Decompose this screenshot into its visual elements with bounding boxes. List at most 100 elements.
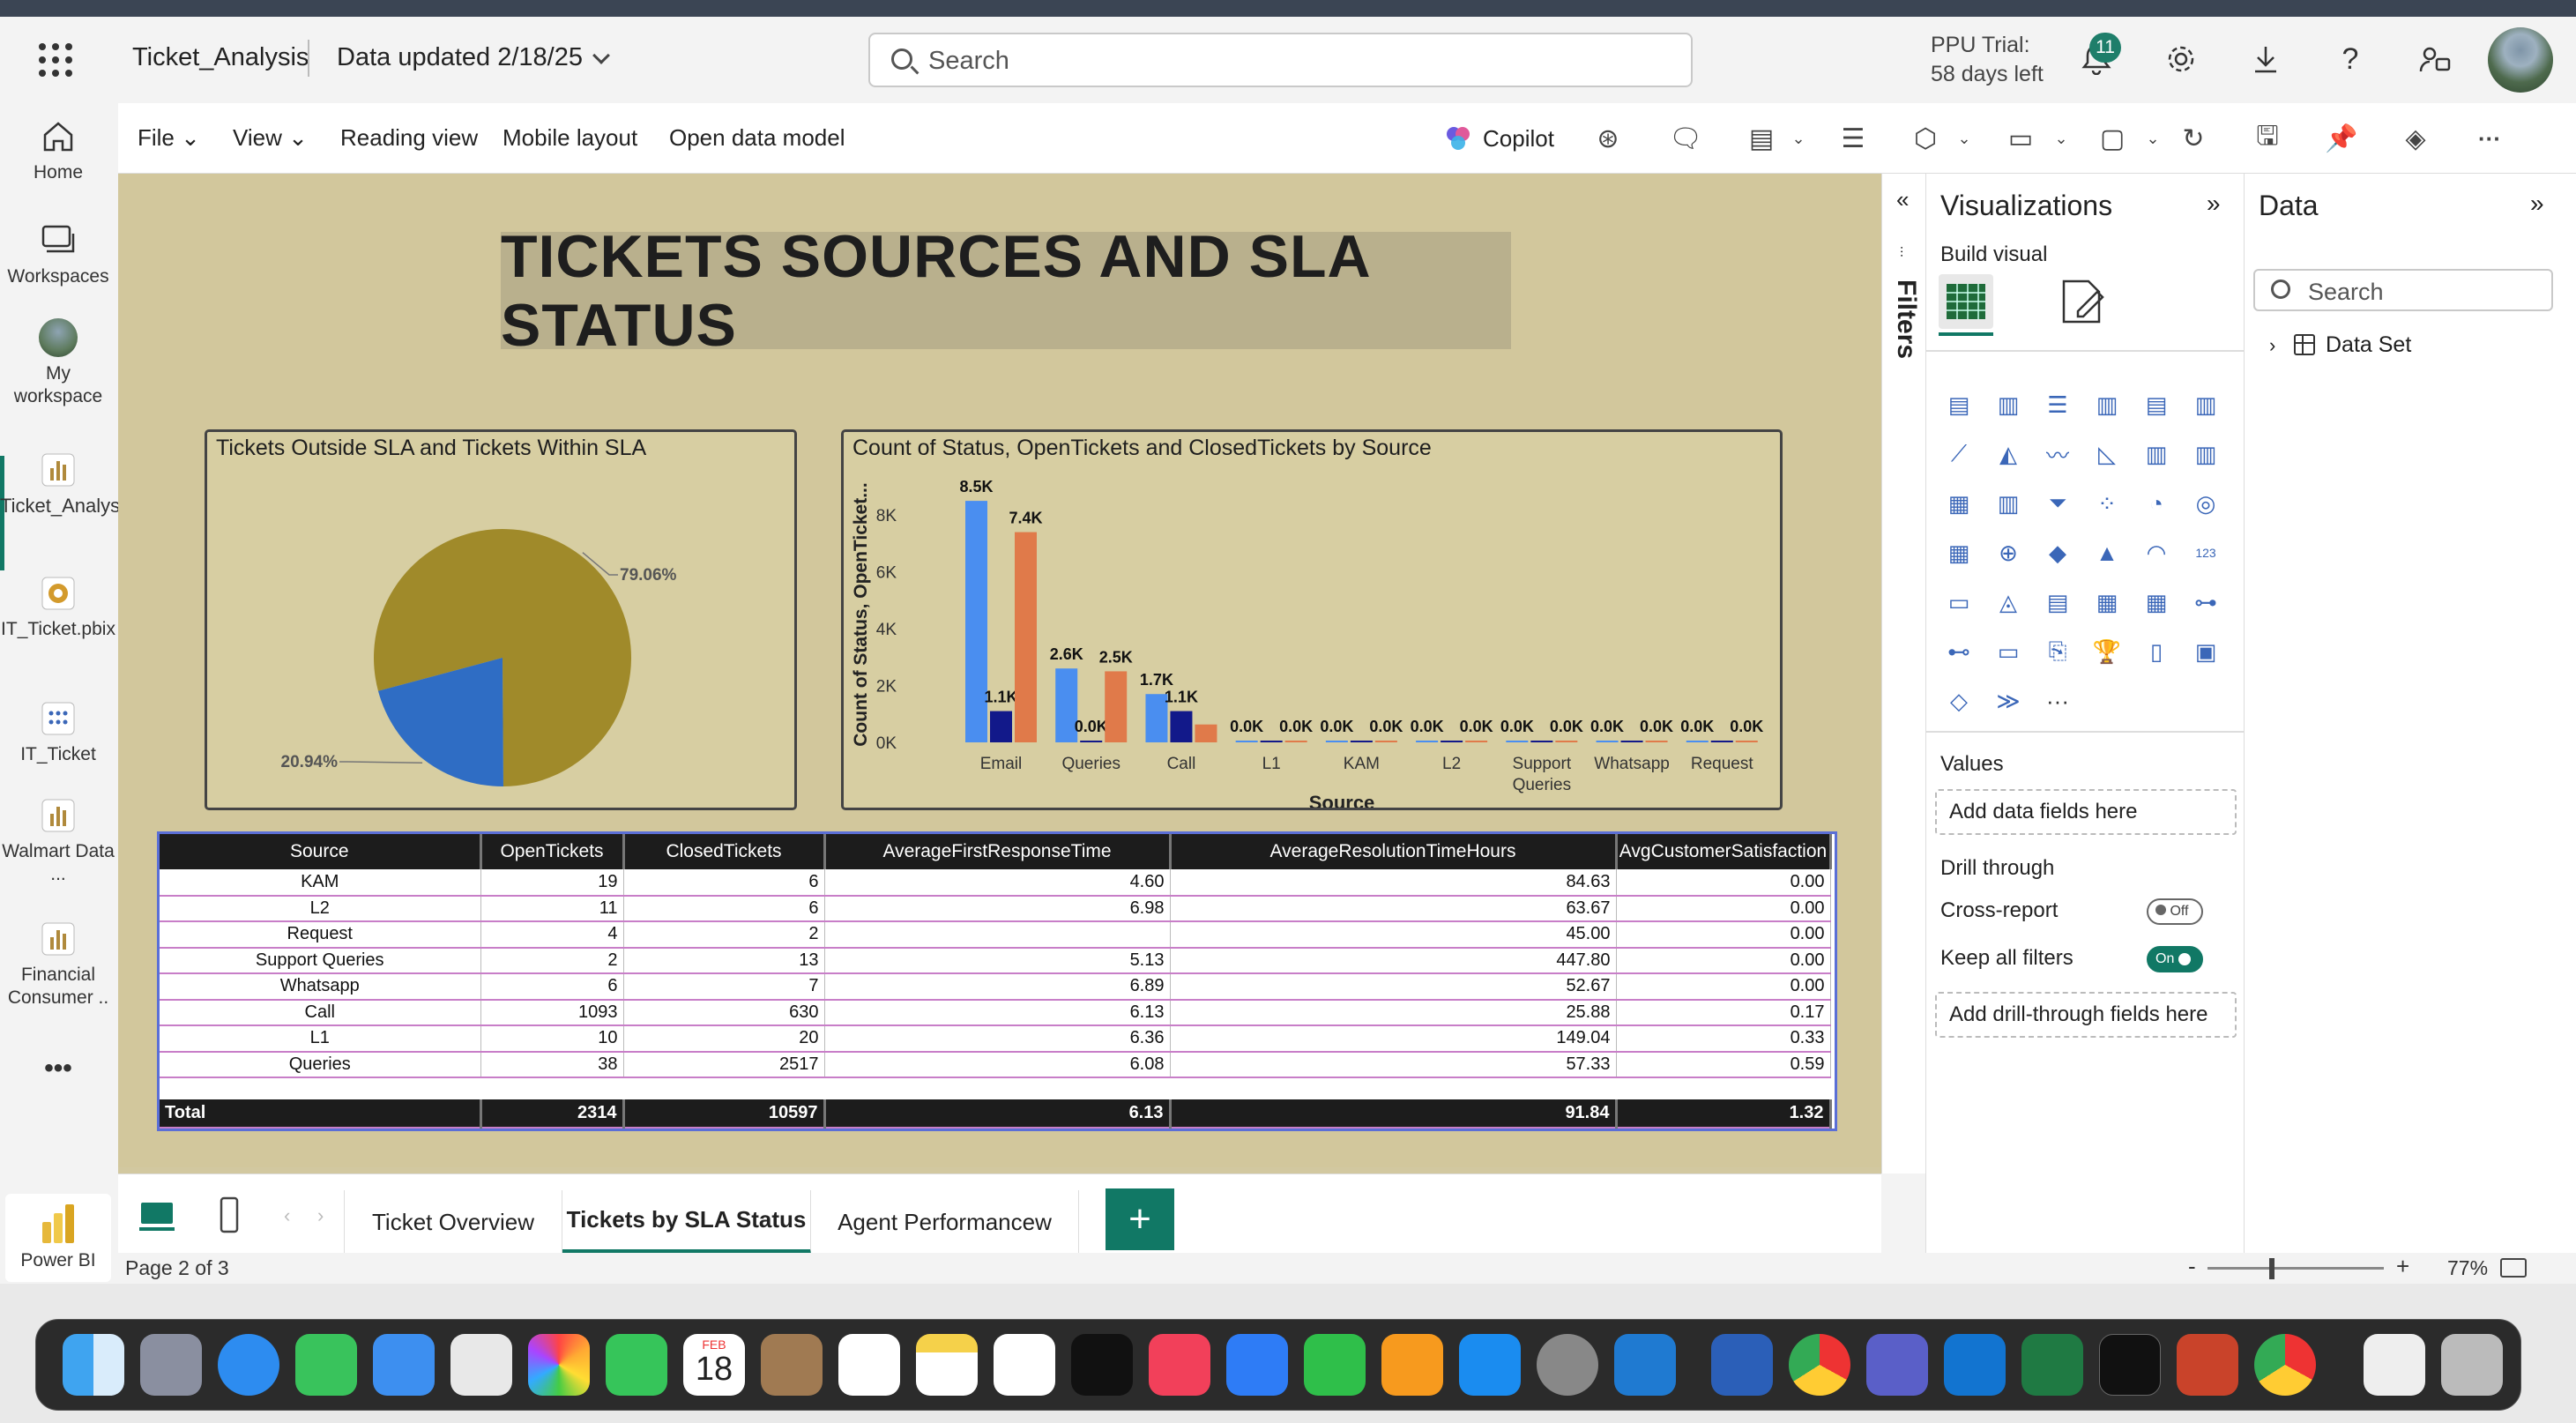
more-options-icon[interactable]: ···	[2474, 123, 2505, 154]
powerpoint-icon[interactable]	[2177, 1334, 2238, 1396]
safari-icon[interactable]	[218, 1334, 279, 1396]
chrome-profile-icon[interactable]	[2254, 1334, 2316, 1396]
maps-icon[interactable]	[450, 1334, 512, 1396]
menu-file[interactable]: File ⌄	[138, 124, 200, 152]
line-chart-icon[interactable]: ⟋	[1940, 435, 1977, 473]
card-icon[interactable]: 123	[2187, 533, 2224, 572]
download-icon[interactable]	[2245, 38, 2287, 80]
gear-icon[interactable]	[2160, 38, 2202, 80]
appstore-icon[interactable]	[1459, 1334, 1521, 1396]
app-launcher-icon[interactable]	[39, 43, 72, 77]
calendar-icon[interactable]: FEB 18	[683, 1334, 745, 1396]
finder-icon[interactable]	[63, 1334, 124, 1396]
table-row[interactable]: Call 1093 630 6.13 25.88 0.17	[160, 999, 1831, 1026]
bar[interactable]	[1260, 741, 1283, 742]
trash-icon[interactable]	[2441, 1334, 2503, 1396]
mail-icon[interactable]	[373, 1334, 435, 1396]
nav-financial-consumer[interactable]: Financial Consumer ..	[0, 920, 116, 1010]
bar[interactable]	[1015, 532, 1037, 742]
refresh-icon[interactable]: ↻	[2178, 123, 2209, 154]
zoom-slider-thumb[interactable]	[2269, 1258, 2274, 1279]
outlook-icon[interactable]	[1944, 1334, 2006, 1396]
bar[interactable]	[965, 501, 987, 742]
power-automate-icon[interactable]: ◇	[1940, 682, 1977, 720]
bar[interactable]	[1374, 741, 1397, 742]
help-icon[interactable]: ?	[2329, 38, 2371, 80]
menu-mobile-layout[interactable]: Mobile layout	[503, 124, 637, 152]
user-avatar[interactable]	[2488, 27, 2553, 93]
nav-it-ticket[interactable]: IT_Ticket	[0, 699, 116, 766]
search-input[interactable]: Search	[868, 33, 1693, 87]
pin-icon[interactable]: 📌	[2325, 123, 2357, 154]
messages-icon[interactable]	[295, 1334, 357, 1396]
cross-report-toggle[interactable]: Off	[2147, 898, 2203, 925]
power-bi-brand[interactable]: Power BI	[5, 1194, 111, 1282]
report-title-box[interactable]: TICKETS SOURCES AND SLA STATUS	[501, 223, 1511, 359]
bar[interactable]	[1686, 741, 1709, 742]
table-row[interactable]: Support Queries 2 13 5.13 447.80 0.00	[160, 947, 1831, 974]
pie-chart-visual[interactable]: Tickets Outside SLA and Tickets Within S…	[205, 429, 797, 810]
column-header[interactable]: AverageFirstResponseTime	[824, 834, 1172, 869]
bar[interactable]	[1416, 741, 1439, 742]
binoculars-icon[interactable]: ⊛	[1592, 123, 1624, 154]
contacts-icon[interactable]	[761, 1334, 823, 1396]
paginated-report-icon[interactable]: ▯	[2138, 632, 2175, 671]
tab-ticket-overview[interactable]: Ticket Overview	[344, 1190, 562, 1254]
scatter-icon[interactable]: ⁘	[2088, 484, 2126, 523]
100-bar-icon[interactable]: ▤	[2138, 385, 2175, 424]
matrix-icon[interactable]: ▦	[2138, 583, 2175, 622]
column-header[interactable]: AvgCustomerSatisfaction	[1616, 834, 1832, 869]
bar[interactable]	[1350, 741, 1373, 742]
table-row[interactable]: Request 4 2 45.00 0.00	[160, 921, 1831, 949]
menu-open-data-model[interactable]: Open data model	[669, 124, 845, 152]
fit-to-page-icon[interactable]	[2500, 1258, 2527, 1278]
teams-app-icon[interactable]	[1866, 1334, 1928, 1396]
table-visual[interactable]: Source OpenTickets ClosedTickets AverageFir…	[157, 831, 1837, 1131]
kpi-icon[interactable]: ◬	[1990, 583, 2027, 622]
notes-app-icon[interactable]	[916, 1334, 978, 1396]
table-visual-icon[interactable]	[1939, 274, 1993, 329]
share-feedback-icon[interactable]	[2414, 38, 2456, 80]
pages-icon[interactable]	[1381, 1334, 1443, 1396]
table-row[interactable]: Queries 38 2517 6.08 57.33 0.59	[160, 1051, 1831, 1078]
nav-my-workspace[interactable]: My workspace	[0, 318, 116, 408]
slicer-icon[interactable]: ▤	[2039, 583, 2076, 622]
save-icon[interactable]: 🖫	[2252, 122, 2283, 154]
tab-next-icon[interactable]: ›	[317, 1204, 324, 1227]
add-data-fields-dropzone[interactable]: Add data fields here	[1935, 789, 2237, 835]
tab-prev-icon[interactable]: ‹	[284, 1204, 290, 1227]
shapes-chevron-icon[interactable]: ⌄	[1948, 123, 1980, 154]
column-header[interactable]: OpenTickets	[480, 834, 625, 869]
chrome-icon[interactable]	[1789, 1334, 1850, 1396]
filters-pane-collapsed[interactable]: « ⫶ Filters	[1881, 174, 1925, 1173]
area-chart-icon[interactable]: ◭	[1990, 435, 2027, 473]
bar[interactable]	[1735, 741, 1758, 742]
facetime-icon[interactable]	[606, 1334, 667, 1396]
menu-view[interactable]: View ⌄	[233, 124, 308, 152]
bar[interactable]	[1195, 724, 1217, 742]
stacked-column-icon[interactable]: ▥	[1990, 385, 2027, 424]
data-updated-label[interactable]: Data updated 2/18/25	[337, 43, 583, 72]
nav-workspaces[interactable]: Workspaces	[0, 221, 116, 288]
bar[interactable]	[1530, 741, 1553, 742]
table-row[interactable]: L2 11 6 6.98 63.67 0.00	[160, 895, 1831, 922]
bar[interactable]	[1465, 741, 1488, 742]
bar[interactable]	[1284, 741, 1307, 742]
nav-home[interactable]: Home	[0, 117, 116, 184]
present-chevron-icon[interactable]: ⌄	[2045, 123, 2077, 154]
filled-map-icon[interactable]: ◆	[2039, 533, 2076, 572]
bar[interactable]	[1170, 711, 1193, 742]
subscribe-icon[interactable]: ▤	[1746, 123, 1777, 154]
clustered-column-icon[interactable]: ▥	[2088, 385, 2126, 424]
fit-page-icon[interactable]: ▢	[2096, 123, 2128, 154]
add-drill-through-dropzone[interactable]: Add drill-through fields here	[1935, 992, 2237, 1038]
bar[interactable]	[1596, 741, 1619, 742]
numbers-icon[interactable]	[1304, 1334, 1366, 1396]
gauge-icon[interactable]: ◠	[2138, 533, 2175, 572]
menu-reading-view[interactable]: Reading view	[340, 124, 478, 152]
keep-all-filters-toggle[interactable]: On	[2147, 946, 2203, 972]
dataset-node[interactable]: Data Set	[2326, 332, 2411, 358]
shapes-icon[interactable]: ⬡	[1910, 123, 1941, 154]
decomposition-tree-icon[interactable]: ⊶	[2187, 583, 2224, 622]
azure-map-icon[interactable]: ▲	[2088, 533, 2126, 572]
